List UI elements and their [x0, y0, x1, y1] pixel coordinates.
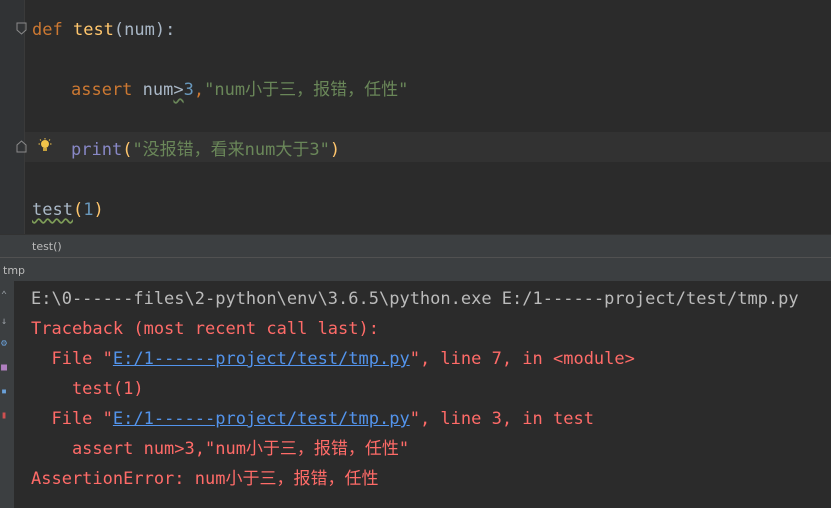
run-tab-label[interactable]: tmp: [3, 264, 25, 277]
paren-close: ):: [154, 20, 176, 40]
fold-close-icon[interactable]: [15, 140, 28, 153]
builtin-print: print: [71, 140, 123, 160]
pin-icon[interactable]: ■: [1, 363, 7, 373]
paren-close: ): [329, 140, 341, 160]
assert-comma: ,: [193, 80, 205, 100]
trash-icon[interactable]: ▮: [1, 411, 7, 421]
paren-close: ): [93, 200, 104, 220]
code-line-print[interactable]: print("没报错，看来num大于3"): [71, 140, 340, 160]
param-name: num: [124, 20, 155, 40]
print-string: "没报错，看来num大于3": [132, 140, 330, 160]
code-line-call[interactable]: test(1): [32, 200, 104, 220]
settings-icon[interactable]: ⚙: [1, 339, 7, 349]
paren-open: (: [72, 200, 84, 220]
traceback-frame: File "E:/1------project/test/tmp.py", li…: [31, 349, 635, 369]
file-link[interactable]: E:/1------project/test/tmp.py: [113, 349, 410, 369]
assert-operator: >: [173, 80, 184, 100]
traceback-code: test(1): [31, 379, 144, 399]
paren-open: (: [113, 20, 125, 40]
call-arg: 1: [83, 200, 94, 220]
breadcrumb-item[interactable]: test(): [32, 240, 62, 253]
breadcrumb[interactable]: test(): [0, 234, 831, 258]
code-line-def[interactable]: def test(num):: [32, 20, 175, 40]
file-link[interactable]: E:/1------project/test/tmp.py: [113, 409, 410, 429]
run-console[interactable]: ⌃ ↓ ⚙ ■ ▪ ▮ E:\0------files\2-python\env…: [0, 281, 831, 508]
console-toolbar: ⌃ ↓ ⚙ ■ ▪ ▮: [0, 281, 14, 508]
layout-icon[interactable]: ▪: [1, 387, 7, 397]
assert-message: "num小于三，报错，任性": [204, 80, 409, 100]
rerun-icon[interactable]: ⌃: [1, 291, 7, 301]
fold-open-icon[interactable]: [15, 22, 28, 35]
traceback-header: Traceback (most recent call last):: [31, 319, 379, 339]
down-arrow-icon[interactable]: ↓: [1, 317, 7, 327]
assertion-error: AssertionError: num小于三，报错，任性: [31, 469, 379, 489]
traceback-code: assert num>3,"num小于三，报错，任性": [31, 439, 410, 459]
keyword-def: def: [32, 20, 63, 40]
code-line-assert[interactable]: assert num>3,"num小于三，报错，任性": [71, 80, 408, 100]
call-function: test: [32, 200, 73, 220]
keyword-assert: assert: [71, 80, 133, 100]
assert-lhs: num: [142, 80, 174, 100]
traceback-frame: File "E:/1------project/test/tmp.py", li…: [31, 409, 594, 429]
run-tab[interactable]: tmp: [0, 257, 831, 282]
lightbulb-icon[interactable]: [38, 138, 52, 154]
console-command: E:\0------files\2-python\env\3.6.5\pytho…: [31, 289, 799, 309]
paren-open: (: [122, 140, 133, 160]
function-name: test: [72, 20, 114, 40]
code-editor[interactable]: def test(num): assert num>3,"num小于三，报错，任…: [0, 0, 831, 234]
assert-number: 3: [183, 80, 194, 100]
editor-gutter[interactable]: [0, 0, 25, 234]
